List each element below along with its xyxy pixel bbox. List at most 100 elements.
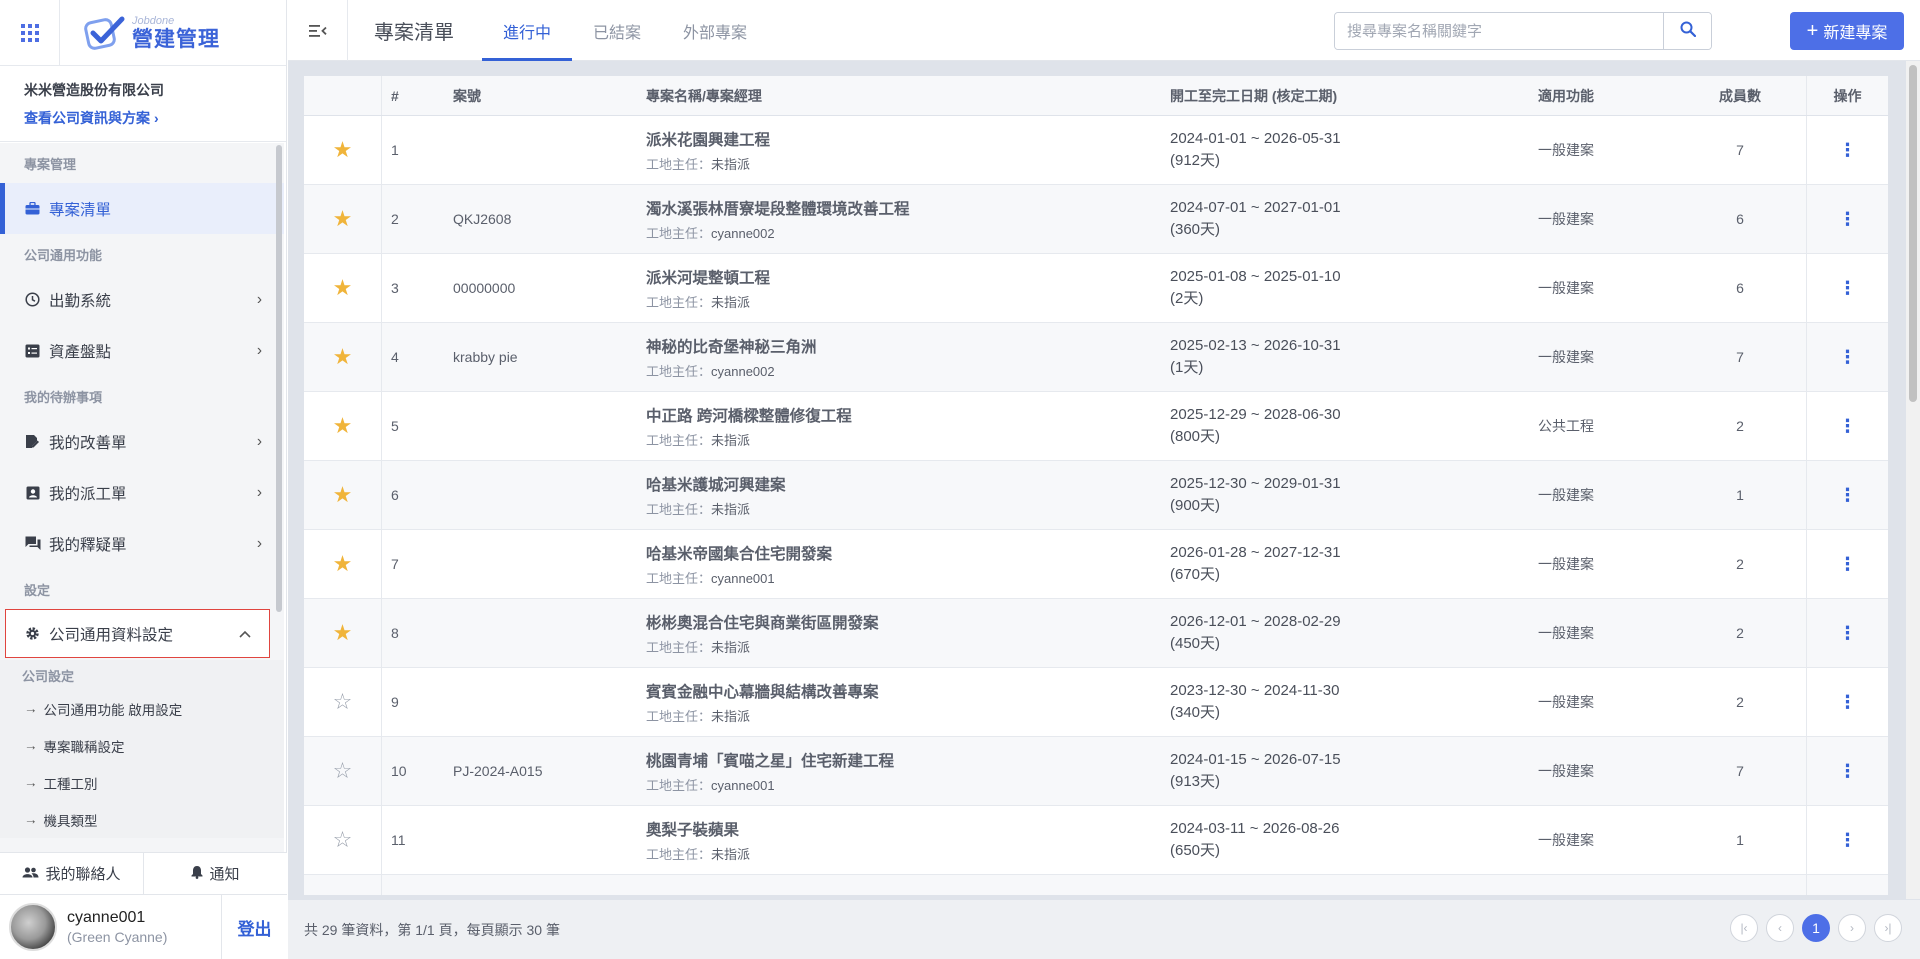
actions-cell: ⋮ — [1806, 392, 1888, 460]
brand-logo[interactable]: Jobdone 營建管理 — [84, 13, 220, 53]
site-manager-label: 工地主任： — [646, 777, 712, 793]
favorite-star-cell: ★ — [304, 323, 382, 391]
user-name: cyanne001 — [67, 909, 146, 926]
table-row[interactable]: ★ 2 QKJ2608 濁水溪張林厝寮堤段整體環境改善工程 工地主任：cyanne002… — [304, 185, 1888, 254]
table-row[interactable]: ★ 7 哈基米帝國集合住宅開發案 工地主任：cyanne001 2026-01-28 ~… — [304, 530, 1888, 599]
project-name[interactable]: 派米花園興建工程 — [646, 128, 770, 150]
sidebar-scrollbar[interactable] — [276, 145, 282, 612]
project-name[interactable]: 派米河堤整頓工程 — [646, 266, 770, 288]
star-filled-icon[interactable]: ★ — [333, 137, 353, 163]
sidebar-item-query[interactable]: 我的釋疑單 › — [0, 518, 284, 569]
member-count: 7 — [1736, 763, 1744, 779]
star-outline-icon[interactable]: ☆ — [333, 689, 353, 715]
more-vert-icon[interactable]: ⋮ — [1839, 693, 1857, 711]
new-project-button[interactable]: + 新建專案 — [1790, 12, 1904, 50]
table-row[interactable]: ☆ 9 賓賓金融中心幕牆與結構改善專案 工地主任：未指派 2023-12-30 ~ 20… — [304, 668, 1888, 737]
project-name[interactable]: 彬彬奧混合住宅與商業街區開發案 — [646, 611, 879, 633]
more-vert-icon[interactable]: ⋮ — [1839, 831, 1857, 849]
date-cell: 2023-12-30 ~ 2024-11-30 (340天) — [1161, 668, 1529, 736]
table-row[interactable]: ☆ 11 奧梨子裝蘋果 工地主任：未指派 2024-03-11 ~ 2026-08-26… — [304, 806, 1888, 875]
table-row[interactable]: ☆12 沛沛科技二期廠房擴建工程2024-08-01 ~ 2026-08-01 — [304, 875, 1888, 895]
table-row[interactable]: ★ 8 彬彬奧混合住宅與商業街區開發案 工地主任：未指派 2026-12-01 ~ 20… — [304, 599, 1888, 668]
sidebar-item-assets[interactable]: 資產盤點 › — [0, 325, 284, 376]
table-row[interactable]: ★ 5 中正路 跨河橋樑整體修復工程 工地主任：未指派 2025-12-29 ~ 202… — [304, 392, 1888, 461]
project-name-cell: 中正路 跨河橋樑整體修復工程 工地主任：未指派 — [637, 392, 1161, 460]
notify-button[interactable]: 通知 — [143, 853, 287, 894]
last-page-icon[interactable]: ›| — [1874, 914, 1902, 942]
header-name: 專案名稱/專案經理 — [646, 87, 762, 104]
project-name[interactable]: 濁水溪張林厝寮堤段整體環境改善工程 — [646, 197, 910, 219]
table-row[interactable]: ★ 6 哈基米護城河興建案 工地主任：未指派 2025-12-30 ~ 2029-01-… — [304, 461, 1888, 530]
star-filled-icon[interactable]: ★ — [333, 275, 353, 301]
search-input[interactable] — [1335, 13, 1663, 49]
contacts-label: 我的聯絡人 — [45, 866, 121, 883]
star-filled-icon[interactable]: ★ — [333, 551, 353, 577]
tab-external[interactable]: 外部專案 — [662, 0, 768, 61]
star-filled-icon[interactable]: ★ — [333, 206, 353, 232]
apps-grid-icon[interactable] — [0, 0, 60, 66]
company-info: 米米營造股份有限公司 查看公司資訊與方案 › — [0, 66, 286, 142]
more-vert-icon[interactable]: ⋮ — [1839, 486, 1857, 504]
menu-collapse-icon[interactable] — [288, 0, 348, 61]
sidebar-item-project-list[interactable]: 專案清單 — [0, 183, 284, 234]
user-display-name: (Green Cyanne) — [67, 929, 168, 945]
first-page-icon[interactable]: |‹ — [1730, 914, 1758, 942]
favorite-star-cell: ★ — [304, 461, 382, 529]
current-page-button[interactable]: 1 — [1802, 914, 1830, 942]
duration: (913天) — [1170, 773, 1221, 790]
sidebar-item-improve[interactable]: 我的改善單 › — [0, 416, 284, 467]
more-vert-icon[interactable]: ⋮ — [1839, 279, 1857, 297]
sub-item-job-titles[interactable]: → 專案職稱設定 — [0, 727, 284, 764]
star-filled-icon[interactable]: ★ — [333, 482, 353, 508]
people-icon — [22, 865, 39, 882]
prev-page-icon[interactable]: ‹ — [1766, 914, 1794, 942]
avatar[interactable] — [9, 903, 57, 951]
tab-in-progress[interactable]: 進行中 — [482, 0, 573, 61]
company-info-link[interactable]: 查看公司資訊與方案 › — [24, 108, 262, 128]
table-row[interactable]: ★ 3 00000000 派米河堤整頓工程 工地主任：未指派 2025-01-08 ~ 2… — [304, 254, 1888, 323]
more-vert-icon[interactable]: ⋮ — [1839, 555, 1857, 573]
project-code — [444, 116, 637, 184]
table-row[interactable]: ☆ 10 PJ-2024-A015 桃園青埔「賓喵之星」住宅新建工程 工地主任：cyan… — [304, 737, 1888, 806]
table-row[interactable]: ★ 4 krabby pie 神秘的比奇堡神秘三角洲 工地主任：cyanne002 202… — [304, 323, 1888, 392]
more-vert-icon[interactable]: ⋮ — [1839, 348, 1857, 366]
more-vert-icon[interactable]: ⋮ — [1839, 624, 1857, 642]
content-scrollbar[interactable] — [1906, 61, 1920, 899]
project-name[interactable]: 神秘的比奇堡神秘三角洲 — [646, 335, 817, 357]
pagination-summary: 共 29 筆資料，第 1/1 頁，每頁顯示 30 筆 — [304, 922, 560, 938]
more-vert-icon[interactable]: ⋮ — [1839, 762, 1857, 780]
star-filled-icon[interactable]: ★ — [333, 413, 353, 439]
project-name[interactable]: 中正路 跨河橋樑整體修復工程 — [646, 404, 852, 426]
site-manager: 工地主任：未指派 — [646, 430, 750, 449]
next-page-icon[interactable]: › — [1838, 914, 1866, 942]
project-name[interactable]: 奧梨子裝蘋果 — [646, 818, 739, 840]
sidebar-item-dispatch[interactable]: 我的派工單 › — [0, 467, 284, 518]
project-function: 一般建案 — [1538, 280, 1594, 296]
star-filled-icon[interactable]: ★ — [333, 620, 353, 646]
project-name[interactable]: 桃園青埔「賓喵之星」住宅新建工程 — [646, 749, 894, 771]
project-name[interactable]: 賓賓金融中心幕牆與結構改善專案 — [646, 680, 879, 702]
header-function: 適用功能 — [1538, 87, 1594, 104]
project-name-cell: 派米河堤整頓工程 工地主任：未指派 — [637, 254, 1161, 322]
more-vert-icon[interactable]: ⋮ — [1839, 141, 1857, 159]
star-outline-icon[interactable]: ☆ — [333, 827, 353, 853]
sub-item-equipment-types[interactable]: → 機具類型 — [0, 801, 284, 838]
project-name[interactable]: 哈基米護城河興建案 — [646, 473, 786, 495]
sub-item-feature-toggle[interactable]: → 公司通用功能 啟用設定 — [0, 690, 284, 727]
tab-closed[interactable]: 已結案 — [572, 0, 662, 61]
contacts-button[interactable]: 我的聯絡人 — [0, 853, 143, 894]
sidebar-item-common-settings[interactable]: 公司通用資料設定 — [5, 609, 270, 658]
more-vert-icon[interactable]: ⋮ — [1839, 210, 1857, 228]
sidebar-item-attendance[interactable]: 出勤系統 › — [0, 274, 284, 325]
table-row[interactable]: ★ 1 派米花園興建工程 工地主任：未指派 2024-01-01 ~ 2026-05-3… — [304, 116, 1888, 185]
sub-item-work-types[interactable]: → 工種工別 — [0, 764, 284, 801]
site-manager-value: 未指派 — [711, 639, 751, 655]
project-name[interactable]: 哈基米帝國集合住宅開發案 — [646, 542, 832, 564]
star-filled-icon[interactable]: ★ — [333, 344, 353, 370]
search-button[interactable] — [1663, 13, 1711, 49]
logout-button[interactable]: 登出 — [221, 894, 287, 959]
more-vert-icon[interactable]: ⋮ — [1839, 417, 1857, 435]
favorite-star-cell: ★ — [304, 254, 382, 322]
actions-cell: ⋮ — [1806, 806, 1888, 874]
star-outline-icon[interactable]: ☆ — [333, 758, 353, 784]
